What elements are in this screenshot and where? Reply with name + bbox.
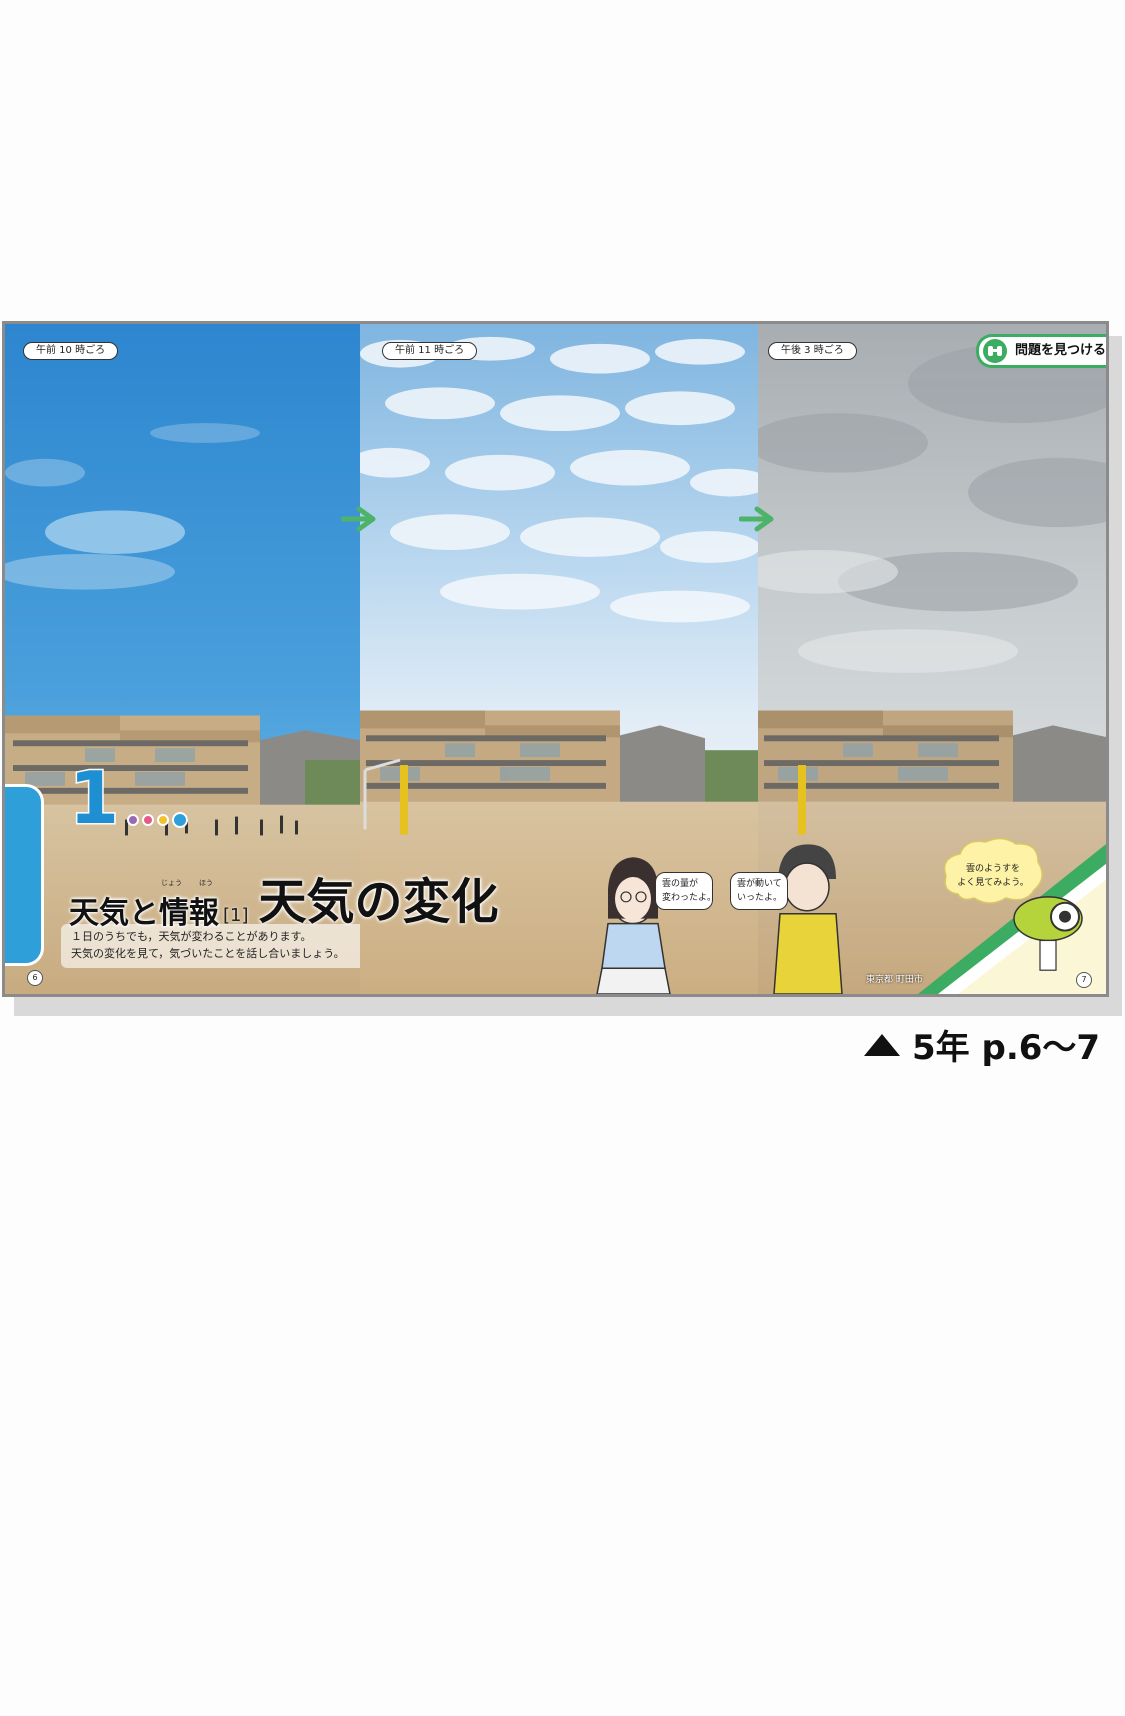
textbook-spread: 午前 10 時ごろ 1 １日のうちでも，天気が変わることがあります。 天気の変化… [2,321,1109,997]
unit-title-row: じょう ほう 天気と情報 [1] 天気の変化 [69,862,499,932]
boy-body [773,844,843,994]
unit-number: 1 [67,756,120,840]
series-title: 天気と情報 [69,896,219,931]
problem-finding-badge: 問題を見つける [975,334,1106,368]
time-label-11am: 午前 11 時ごろ [382,342,478,360]
caption-text: 5年 p.6〜7 [912,1028,1101,1068]
series-index: [1] [223,905,249,926]
speech-bubble-girl: 雲の量が 変わったよ。 [655,872,716,910]
progress-dot-3 [157,814,169,826]
unit-title: 天気の変化 [258,874,499,930]
progress-dot-1 [127,814,139,826]
progress-dot-4 [172,812,188,828]
mascot-speech-text: 雲のようすを よく見てみよう。 [957,864,1029,888]
photo-location-label: 東京都 町田市 [866,975,923,985]
ruby-hou: ほう [199,879,213,887]
series-title-wrap: じょう ほう 天気と情報 [69,879,219,932]
triangle-up-icon [864,1033,900,1056]
page-number-left: 6 [27,970,43,986]
page-caption: 5年 p.6〜7 [864,1020,1100,1069]
time-label-10am: 午前 10 時ごろ [23,342,119,360]
unit-progress-dots [127,812,188,828]
problem-badge-label: 問題を見つける [1014,343,1106,358]
unit-tab [5,784,44,966]
time-label-3pm: 午後 3 時ごろ [768,342,857,360]
arrow-right-icon-2 [739,506,774,532]
photo-panel-3pm: 午後 3 時ごろ 問題を見つける 雲のようすを よく見てみよう。 東京都 町田市… [758,324,1106,994]
ruby-jou: じょう [161,879,182,887]
page-number-right: 7 [1076,972,1092,988]
overcast-sky-photo [758,324,1106,994]
speech-bubble-boy: 雲が動いて いったよ。 [730,872,788,910]
progress-dot-2 [142,814,154,826]
intro-line-2: 天気の変化を見て，気づいたことを話し合いましょう。 [71,947,345,960]
binoculars-icon [982,339,1007,363]
arrow-right-icon [341,506,376,532]
